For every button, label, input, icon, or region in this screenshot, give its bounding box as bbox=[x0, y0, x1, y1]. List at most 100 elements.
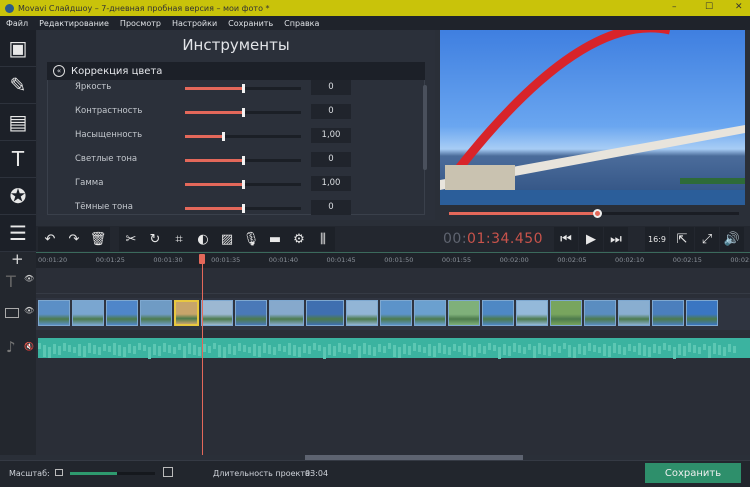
sidebar-item-sticker-star[interactable]: ✪ bbox=[0, 178, 36, 215]
param-value-field[interactable]: 0 bbox=[311, 80, 351, 95]
settings-button[interactable]: ⚙ bbox=[287, 227, 311, 251]
sidebar: ▣ ✎ ▤ T ✪ ☰ bbox=[0, 30, 36, 252]
crop-button[interactable]: ⌗ bbox=[167, 227, 191, 251]
waveform-bar bbox=[123, 347, 126, 357]
photo-clip[interactable] bbox=[414, 300, 446, 326]
maximize-button[interactable]: ☐ bbox=[705, 2, 713, 12]
menu-edit[interactable]: Редактирование bbox=[39, 19, 109, 28]
video-track[interactable] bbox=[36, 298, 750, 330]
menu-help[interactable]: Справка bbox=[284, 19, 319, 28]
menu-settings[interactable]: Настройки bbox=[172, 19, 217, 28]
param-slider[interactable] bbox=[185, 84, 301, 93]
photo-clip[interactable] bbox=[686, 300, 718, 326]
previous-button[interactable]: ⏮ bbox=[554, 227, 578, 251]
menu-file[interactable]: Файл bbox=[6, 19, 28, 28]
microphone-button[interactable]: 🎙 bbox=[239, 227, 263, 251]
photo-clip[interactable] bbox=[201, 300, 233, 326]
progress-handle[interactable] bbox=[592, 209, 602, 218]
text-track[interactable] bbox=[36, 270, 750, 294]
sidebar-item-magic-wand[interactable]: ✎ bbox=[0, 67, 36, 104]
minimize-button[interactable]: – bbox=[672, 2, 677, 12]
photo-clip[interactable] bbox=[380, 300, 412, 326]
photo-clip[interactable] bbox=[584, 300, 616, 326]
photo-clip[interactable] bbox=[38, 300, 70, 326]
zoom-out-icon[interactable] bbox=[55, 469, 63, 476]
waveform-bar bbox=[208, 346, 211, 353]
camera-button[interactable]: ▬ bbox=[263, 227, 287, 251]
photo-clip[interactable] bbox=[516, 300, 548, 326]
param-value-field[interactable]: 1,00 bbox=[311, 176, 351, 191]
fullscreen-button[interactable]: ⤢ bbox=[695, 227, 719, 251]
waveform-bar bbox=[643, 345, 646, 356]
rotate-button[interactable]: ↻ bbox=[143, 227, 167, 251]
photo-clip[interactable] bbox=[346, 300, 378, 326]
param-value-field[interactable]: 1,00 bbox=[311, 128, 351, 143]
volume-button[interactable]: 🔊 bbox=[720, 227, 744, 251]
zoom-in-icon[interactable] bbox=[163, 467, 173, 477]
color-adjust-button[interactable]: ◐ bbox=[191, 227, 215, 251]
save-button[interactable]: Сохранить bbox=[645, 463, 741, 483]
film-icon: ▣ bbox=[8, 36, 28, 60]
photo-clip[interactable] bbox=[174, 300, 199, 326]
cut-button[interactable]: ✂ bbox=[119, 227, 143, 251]
slider-handle[interactable] bbox=[242, 204, 245, 213]
slider-handle[interactable] bbox=[242, 108, 245, 117]
menu-view[interactable]: Просмотр bbox=[120, 19, 161, 28]
sidebar-item-list[interactable]: ☰ bbox=[0, 215, 36, 252]
param-value-field[interactable]: 0 bbox=[311, 152, 351, 167]
playhead[interactable] bbox=[202, 256, 203, 455]
delete-button[interactable]: 🗑 bbox=[86, 227, 110, 251]
audio-track-waveform[interactable] bbox=[38, 338, 750, 359]
zoom-slider[interactable] bbox=[70, 472, 155, 475]
timeline-ruler[interactable]: 00:01:20 00:01:25 00:01:30 00:01:35 00:01:40… bbox=[36, 252, 750, 268]
crop-icon: ⌗ bbox=[175, 231, 183, 247]
sidebar-item-text[interactable]: T bbox=[0, 141, 36, 178]
slider-handle[interactable] bbox=[242, 180, 245, 189]
playback-progress[interactable] bbox=[449, 209, 739, 218]
image-button[interactable]: ▨ bbox=[215, 227, 239, 251]
photo-clip[interactable] bbox=[618, 300, 650, 326]
equalizer-button[interactable]: ⫼ bbox=[311, 227, 335, 251]
sidebar-item-transitions[interactable]: ▤ bbox=[0, 104, 36, 141]
photo-clip[interactable] bbox=[550, 300, 582, 326]
redo-button[interactable]: ↷ bbox=[62, 227, 86, 251]
play-button[interactable]: ▶ bbox=[579, 227, 603, 251]
photo-clip[interactable] bbox=[235, 300, 267, 326]
next-button[interactable]: ⏭ bbox=[604, 227, 628, 251]
photo-clip[interactable] bbox=[140, 300, 172, 326]
mute-icon[interactable]: 🔇 bbox=[24, 342, 34, 351]
sidebar-item-film[interactable]: ▣ bbox=[0, 30, 36, 67]
photo-clip[interactable] bbox=[448, 300, 480, 326]
aspect-ratio-button[interactable]: 16:9 bbox=[645, 227, 669, 251]
playhead-handle[interactable] bbox=[199, 254, 205, 264]
undo-button[interactable]: ↶ bbox=[38, 227, 62, 251]
photo-clip[interactable] bbox=[269, 300, 304, 326]
back-chevrons-icon[interactable]: « bbox=[53, 65, 65, 77]
photo-clip[interactable] bbox=[306, 300, 344, 326]
photo-clip[interactable] bbox=[106, 300, 138, 326]
menu-save[interactable]: Сохранить bbox=[228, 19, 273, 28]
waveform-bar bbox=[533, 346, 536, 358]
close-button[interactable]: ✕ bbox=[735, 2, 743, 12]
slider-handle[interactable] bbox=[242, 156, 245, 165]
tools-scrollbar[interactable] bbox=[423, 85, 427, 170]
photo-clip[interactable] bbox=[482, 300, 514, 326]
param-value-field[interactable]: 0 bbox=[311, 104, 351, 119]
visibility-eye-icon[interactable]: 👁 bbox=[24, 274, 34, 283]
param-slider[interactable] bbox=[185, 108, 301, 117]
param-value-field[interactable]: 0 bbox=[311, 200, 351, 215]
photo-clip[interactable] bbox=[652, 300, 684, 326]
param-slider[interactable] bbox=[185, 180, 301, 189]
waveform-bar bbox=[473, 347, 476, 357]
waveform-bar bbox=[138, 343, 141, 350]
ruler-tick-label: 00:02:05 bbox=[557, 256, 587, 264]
visibility-eye-icon[interactable]: 👁 bbox=[24, 306, 34, 315]
add-track-button[interactable]: + bbox=[11, 250, 24, 268]
param-slider[interactable] bbox=[185, 204, 301, 213]
export-preview-button[interactable]: ⇱ bbox=[670, 227, 694, 251]
slider-handle[interactable] bbox=[242, 84, 245, 93]
param-slider[interactable] bbox=[185, 132, 301, 141]
photo-clip[interactable] bbox=[72, 300, 104, 326]
param-slider[interactable] bbox=[185, 156, 301, 165]
slider-handle[interactable] bbox=[222, 132, 226, 141]
